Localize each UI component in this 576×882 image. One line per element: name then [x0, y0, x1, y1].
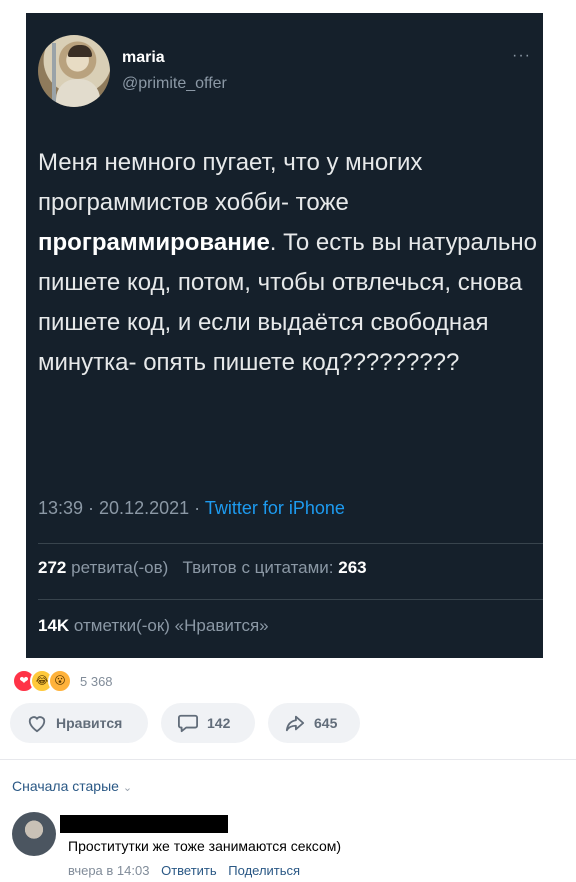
tweet-author-avatar[interactable] — [38, 35, 110, 107]
quotes-count: 263 — [338, 558, 367, 577]
heart-icon — [28, 716, 46, 733]
comment-author-name-redacted — [60, 815, 228, 833]
avatar-detail — [52, 43, 56, 103]
divider — [38, 543, 543, 544]
comment-date[interactable]: вчера в 14:03 — [68, 863, 149, 878]
quotes-label: Твитов с цитатами: — [182, 558, 334, 577]
chevron-down-icon: ⌄ — [122, 782, 133, 794]
comment-author-avatar[interactable] — [12, 812, 56, 856]
tweet-text-bold: программирование — [38, 229, 270, 256]
sort-label: Сначала старые — [12, 778, 119, 794]
tweet-author-handle[interactable]: @primite_offer — [122, 75, 227, 93]
divider — [0, 759, 576, 760]
like-button[interactable]: Нравится — [10, 703, 148, 743]
tweet-card: maria @primite_offer ··· Меня немного пу… — [26, 13, 543, 658]
likes-label: отметки(-ок) «Нравится» — [73, 616, 269, 635]
tweet-author-name[interactable]: maria — [122, 49, 165, 67]
avatar-detail — [68, 45, 92, 57]
comment-text: Проститутки же тоже занимаются сексом) — [68, 838, 342, 854]
comments-sort-dropdown[interactable]: Сначала старые ⌄ — [12, 778, 132, 794]
share-button[interactable]: 645 — [268, 703, 360, 743]
retweets-label: ретвита(-ов) — [71, 558, 169, 577]
avatar-detail — [56, 79, 100, 107]
like-label: Нравится — [56, 715, 123, 731]
comment-icon — [178, 714, 198, 733]
comments-count: 142 — [207, 715, 231, 731]
wow-reaction-icon: 😮 — [48, 669, 72, 693]
comment-footer: вчера в 14:03 Ответить Поделиться — [68, 863, 300, 878]
reply-link[interactable]: Ответить — [161, 863, 217, 878]
share-icon — [285, 715, 305, 732]
tweet-retweet-stats[interactable]: 272 ретвита(-ов) Твитов с цитатами: 263 — [38, 558, 367, 578]
reactions-summary[interactable]: ❤ 😂 😮 5 368 — [12, 669, 113, 693]
tweet-meta: 13:39 · 20.12.2021 · Twitter for iPhone — [38, 498, 345, 519]
likes-count: 14K — [38, 616, 70, 635]
reactions-count: 5 368 — [80, 673, 113, 689]
tweet-source-link[interactable]: Twitter for iPhone — [205, 498, 345, 518]
more-options-icon[interactable]: ··· — [512, 47, 531, 65]
tweet-text: Меня немного пугает, что у многих програ… — [38, 143, 538, 383]
tweet-like-stats[interactable]: 14K отметки(-ок) «Нравится» — [38, 616, 269, 636]
tweet-text-part: Меня немного пугает, что у многих програ… — [38, 149, 423, 216]
retweets-count: 272 — [38, 558, 67, 577]
share-link[interactable]: Поделиться — [228, 863, 300, 878]
tweet-timestamp: 13:39 · 20.12.2021 · — [38, 498, 205, 518]
comments-button[interactable]: 142 — [161, 703, 255, 743]
divider — [38, 599, 543, 600]
shares-count: 645 — [314, 715, 338, 731]
